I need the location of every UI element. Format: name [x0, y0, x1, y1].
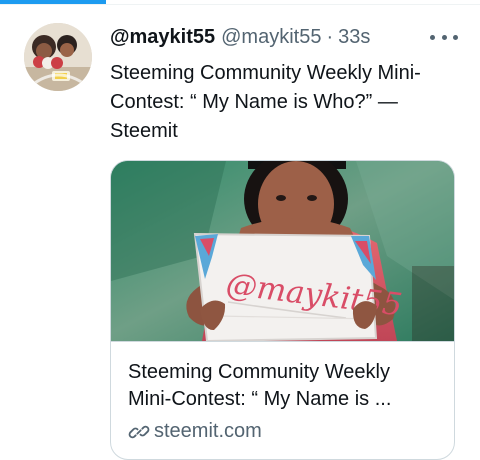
link-preview-card[interactable]: @maykit55 Steeming Community Weekly Mini… [110, 160, 455, 460]
card-title[interactable]: Steeming Community Weekly Mini-Contest: … [128, 359, 438, 413]
card-title-line: Steeming Community Weekly [128, 361, 390, 383]
tweet-header: @maykit55 @maykit55 · 33s [110, 23, 456, 51]
more-horizontal-icon[interactable] [430, 27, 458, 47]
link-icon [128, 425, 150, 438]
more-dot [430, 34, 435, 40]
tweet-time[interactable]: 33s [338, 26, 370, 49]
avatar[interactable] [24, 23, 92, 91]
display-name[interactable]: @maykit55 [110, 26, 215, 49]
tweet-text-line: Contest: “ My Name is Who?” — [110, 91, 398, 113]
tweet-text: Steeming Community Weekly Mini- Contest:… [110, 59, 455, 146]
card-domain-text: steemit.com [154, 420, 262, 442]
card-separator [111, 341, 454, 342]
more-dot [453, 34, 458, 40]
header-separator: · [326, 25, 334, 48]
card-title-line: Mini-Contest: “ My Name is ... [128, 388, 392, 410]
more-dot [441, 34, 447, 40]
tweet-text-line: Steemit [110, 120, 178, 142]
card-image[interactable]: @maykit55 [111, 161, 454, 341]
tweet[interactable]: @maykit55 @maykit55 · 33s Steeming Commu… [0, 5, 480, 460]
tweet-text-line: Steeming Community Weekly Mini- [110, 62, 421, 84]
card-domain[interactable]: steemit.com [128, 418, 262, 445]
user-handle[interactable]: @maykit55 [221, 26, 321, 49]
